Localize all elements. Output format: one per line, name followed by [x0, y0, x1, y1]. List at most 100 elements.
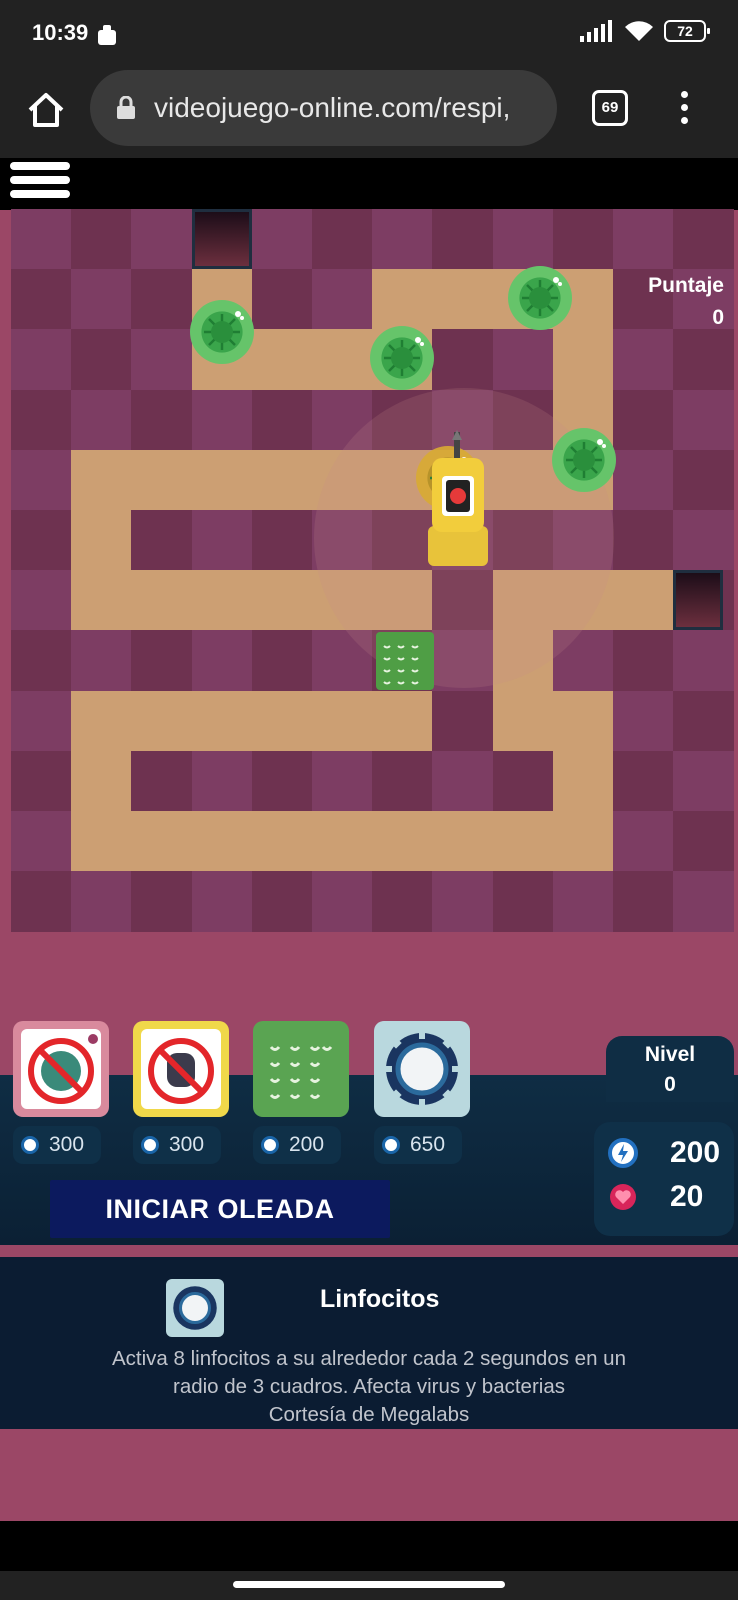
board-tile[interactable] — [312, 750, 373, 812]
board-tile[interactable] — [191, 389, 253, 451]
board-tile[interactable] — [251, 630, 313, 692]
board-tile[interactable] — [673, 329, 735, 391]
board-tile[interactable] — [11, 871, 72, 933]
board-tile[interactable] — [71, 630, 133, 692]
board-tile[interactable] — [251, 510, 313, 571]
board-tile[interactable] — [552, 209, 614, 270]
board-tile[interactable] — [11, 570, 72, 632]
board-tile[interactable] — [372, 871, 434, 933]
browser-menu-icon[interactable] — [676, 88, 692, 132]
board-tile[interactable] — [552, 871, 614, 933]
tab-switcher-button[interactable]: 69 — [592, 90, 628, 126]
board-tile[interactable] — [613, 449, 674, 511]
board-tile[interactable] — [71, 389, 133, 451]
board-tile[interactable] — [251, 389, 313, 451]
level-display: Nivel 0 — [606, 1036, 734, 1102]
board-tile[interactable] — [131, 269, 193, 331]
board-tile[interactable] — [11, 630, 72, 692]
board-tile[interactable] — [492, 750, 554, 812]
board-tile[interactable] — [11, 510, 72, 571]
no-bacteria-icon — [141, 1029, 221, 1109]
board-tile[interactable] — [432, 690, 494, 752]
board-tile[interactable] — [131, 750, 193, 812]
board-tile[interactable] — [673, 449, 735, 511]
board-tile[interactable] — [251, 871, 313, 933]
board-tile[interactable] — [673, 811, 735, 872]
board-tile[interactable] — [191, 630, 253, 692]
board-tile[interactable] — [372, 750, 434, 812]
board-tile[interactable] — [131, 510, 193, 571]
board-tile[interactable] — [191, 750, 253, 812]
board-tile[interactable] — [492, 329, 554, 391]
start-wave-button[interactable]: INICIAR OLEADA — [50, 1180, 390, 1238]
board-tile[interactable] — [251, 750, 313, 812]
board-tile[interactable] — [131, 389, 193, 451]
board-tile[interactable] — [492, 871, 554, 933]
address-bar[interactable]: videojuego-online.com/respi, — [90, 70, 557, 146]
linfocitos-card[interactable] — [253, 1021, 349, 1117]
board-tile[interactable] — [673, 750, 735, 812]
board-tile[interactable] — [432, 871, 494, 933]
board-tile[interactable] — [432, 329, 494, 391]
board-tile[interactable] — [11, 389, 72, 451]
board-tile[interactable] — [613, 209, 674, 270]
board-tile[interactable] — [372, 209, 434, 270]
board-tile[interactable] — [312, 209, 373, 270]
board-tile[interactable] — [11, 329, 72, 391]
board-tile[interactable] — [613, 871, 674, 933]
board-tile[interactable] — [673, 389, 735, 451]
board-tile[interactable] — [71, 871, 133, 933]
macrophage-tower-card[interactable] — [374, 1021, 470, 1117]
board-tile[interactable] — [131, 329, 193, 391]
board-tile[interactable] — [251, 269, 313, 331]
status-icons: 72 — [580, 20, 710, 42]
wifi-icon — [625, 21, 653, 41]
board-tile[interactable] — [131, 871, 193, 933]
lives-value: 20 — [670, 1180, 704, 1213]
board-tile[interactable] — [613, 750, 674, 812]
placed-linfocitos-tile[interactable] — [376, 632, 434, 690]
board-tile[interactable] — [71, 329, 133, 391]
url-text: videojuego-online.com/respi, — [154, 92, 511, 123]
home-icon[interactable] — [24, 88, 68, 132]
board-tile[interactable] — [11, 209, 72, 270]
board-tile[interactable] — [613, 630, 674, 692]
antibacterial-tower-card[interactable] — [133, 1021, 229, 1117]
board-tile[interactable] — [673, 209, 735, 270]
board-tile[interactable] — [673, 510, 735, 571]
board-tile[interactable] — [131, 630, 193, 692]
board-tile[interactable] — [673, 630, 735, 692]
hamburger-menu-icon[interactable] — [10, 162, 70, 210]
score-display: Puntaje 0 — [648, 270, 724, 334]
board-tile[interactable] — [613, 690, 674, 752]
antiviral-tower-card[interactable] — [13, 1021, 109, 1117]
board-tile[interactable] — [131, 209, 193, 270]
board-tile[interactable] — [613, 329, 674, 391]
board-tile[interactable] — [312, 269, 373, 331]
notification-icon — [98, 25, 116, 45]
info-title: Linfocitos — [320, 1285, 440, 1313]
board-tile[interactable] — [191, 871, 253, 933]
board-tile[interactable] — [432, 750, 494, 812]
board-tile[interactable] — [613, 811, 674, 872]
board-tile[interactable] — [11, 449, 72, 511]
board-tile[interactable] — [11, 269, 72, 331]
board-tile[interactable] — [673, 871, 735, 933]
board-tile[interactable] — [613, 389, 674, 451]
board-tile[interactable] — [613, 510, 674, 571]
board-tile[interactable] — [11, 690, 72, 752]
board-tile[interactable] — [11, 750, 72, 812]
board-tile[interactable] — [71, 269, 133, 331]
board-tile[interactable] — [71, 209, 133, 270]
board-tile[interactable] — [673, 690, 735, 752]
board-tile[interactable] — [191, 510, 253, 571]
board-tile[interactable] — [492, 209, 554, 270]
board-tile[interactable] — [251, 209, 313, 270]
board-tile[interactable] — [312, 871, 373, 933]
home-gesture-bar[interactable] — [233, 1581, 505, 1588]
board-tile[interactable] — [11, 811, 72, 872]
page-bottom — [0, 1521, 738, 1571]
board-tile[interactable] — [432, 209, 494, 270]
no-virus-icon — [21, 1029, 101, 1109]
defense-tower[interactable] — [418, 430, 498, 570]
